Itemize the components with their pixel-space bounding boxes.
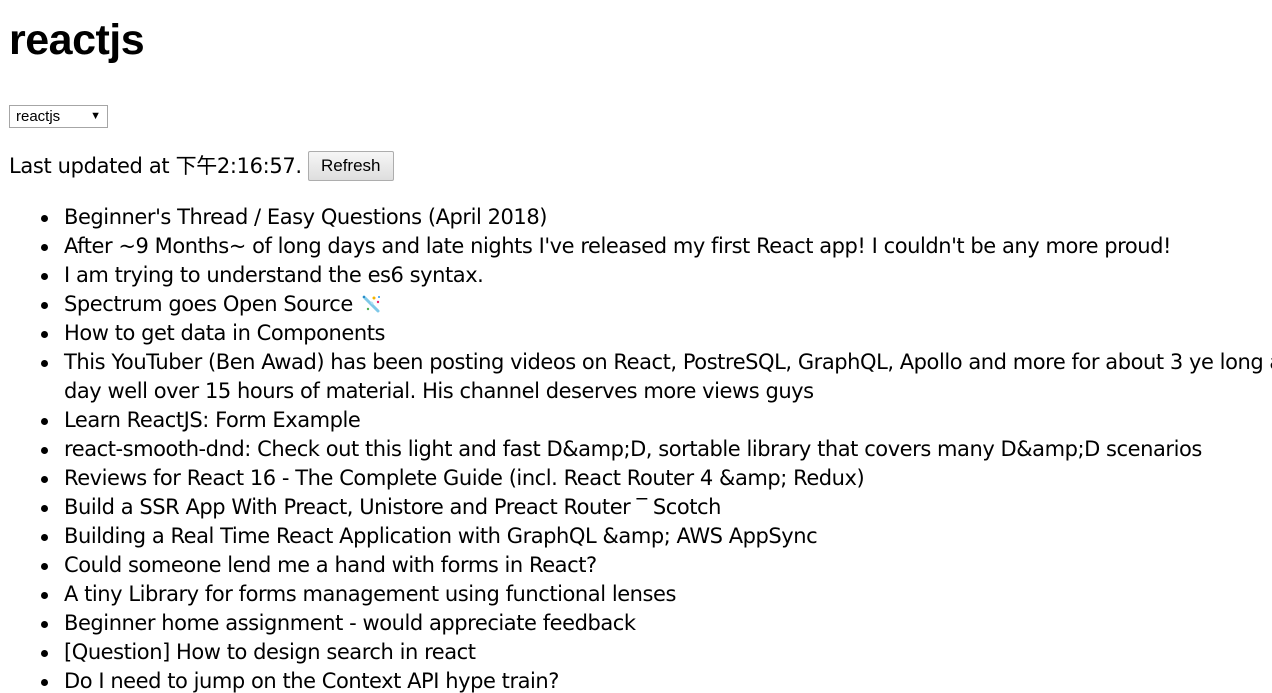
post-item: This YouTuber (Ben Awad) has been postin… (41, 348, 1272, 406)
subreddit-select-value: reactjs (16, 108, 61, 125)
post-title: A tiny Library for forms management usin… (64, 582, 676, 606)
subreddit-select[interactable]: reactjs ▼ (9, 105, 108, 128)
post-item: react-smooth-dnd: Check out this light a… (41, 435, 1272, 464)
post-item: Beginner home assignment - would appreci… (41, 609, 1272, 638)
post-title: After ~9 Months~ of long days and late n… (64, 234, 1171, 258)
sparkle-icon (359, 293, 383, 313)
post-title: Building a Real Time React Application w… (64, 524, 818, 548)
post-title: Build a SSR App With Preact, Unistore an… (64, 495, 721, 519)
post-title: react-smooth-dnd: Check out this light a… (64, 437, 1202, 461)
post-title: I am trying to understand the es6 syntax… (64, 263, 484, 287)
post-title: [Question] How to design search in react (64, 640, 476, 664)
post-title: Could someone lend me a hand with forms … (64, 553, 597, 577)
post-item: Could someone lend me a hand with forms … (41, 551, 1272, 580)
post-item: [Question] How to design search in react (41, 638, 1272, 667)
post-item: Do I need to jump on the Context API hyp… (41, 667, 1272, 693)
refresh-button[interactable]: Refresh (307, 151, 394, 181)
post-item: After ~9 Months~ of long days and late n… (41, 232, 1272, 261)
post-title: Learn ReactJS: Form Example (64, 408, 361, 432)
post-title: Beginner's Thread / Easy Questions (Apri… (64, 205, 547, 229)
post-title: Spectrum goes Open Source (64, 292, 353, 316)
post-title: Beginner home assignment - would appreci… (64, 611, 636, 635)
post-item: A tiny Library for forms management usin… (41, 580, 1272, 609)
post-title: How to get data in Components (64, 321, 386, 345)
post-list: Beginner's Thread / Easy Questions (Apri… (0, 203, 1272, 693)
page-title: reactjs (9, 16, 145, 64)
post-item: Learn ReactJS: Form Example (41, 406, 1272, 435)
post-item: How to get data in Components (41, 319, 1272, 348)
triangle-down-icon: ▼ (90, 110, 101, 122)
post-title: Reviews for React 16 - The Complete Guid… (64, 466, 865, 490)
post-item: Build a SSR App With Preact, Unistore an… (41, 493, 1272, 522)
status-line: Last updated at 下午2:16:57. Refresh (9, 151, 394, 181)
post-item: Beginner's Thread / Easy Questions (Apri… (41, 203, 1272, 232)
post-item: Reviews for React 16 - The Complete Guid… (41, 464, 1272, 493)
last-updated-text: Last updated at 下午2:16:57. (9, 154, 302, 178)
post-item: Building a Real Time React Application w… (41, 522, 1272, 551)
post-item: Spectrum goes Open Source (41, 290, 1272, 319)
post-title: Do I need to jump on the Context API hyp… (64, 669, 559, 693)
post-item: I am trying to understand the es6 syntax… (41, 261, 1272, 290)
post-title: This YouTuber (Ben Awad) has been postin… (64, 350, 1272, 403)
